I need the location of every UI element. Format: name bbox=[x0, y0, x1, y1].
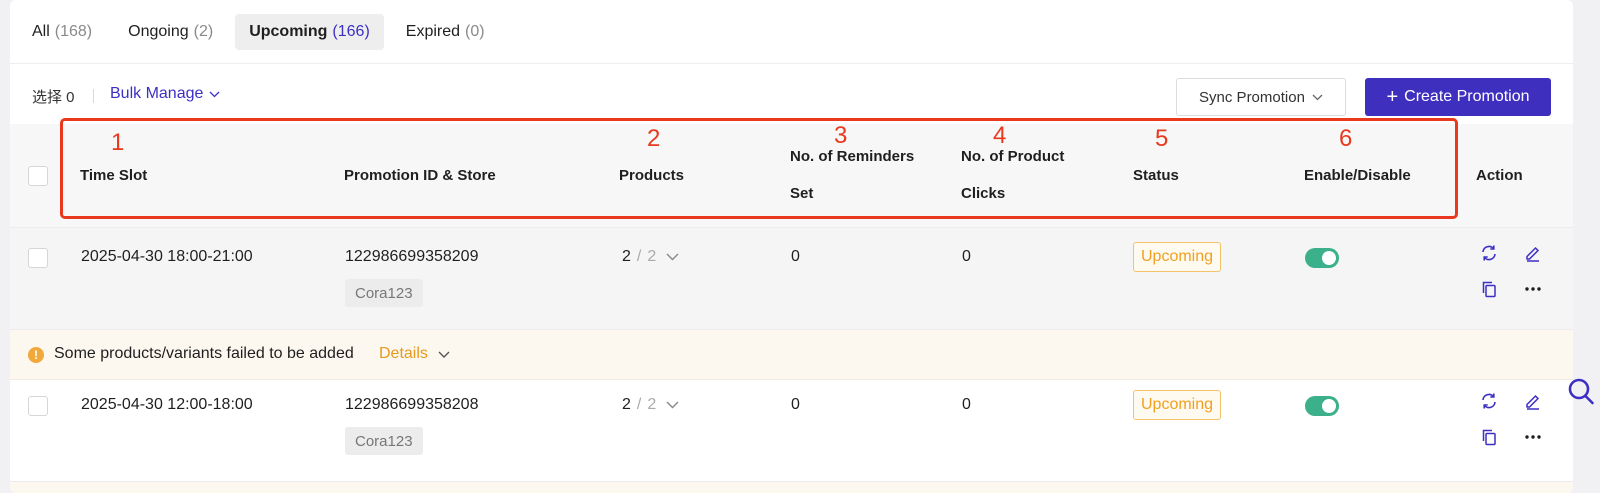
products-separator: / bbox=[636, 248, 642, 265]
enable-toggle[interactable] bbox=[1305, 396, 1339, 416]
products-total: 2 bbox=[647, 248, 657, 265]
search-button[interactable] bbox=[1567, 377, 1595, 412]
clicks-count: 0 bbox=[962, 248, 971, 265]
plus-icon: + bbox=[1386, 86, 1399, 108]
sync-promotion-label: Sync Promotion bbox=[1199, 88, 1305, 106]
status-badge: Upcoming bbox=[1133, 242, 1222, 272]
tab-count: (2) bbox=[193, 23, 214, 40]
promotion-id: 122986699358209 bbox=[345, 248, 479, 265]
tab-upcoming[interactable]: Upcoming (166) bbox=[235, 14, 384, 50]
next-row-warning-strip bbox=[10, 482, 1573, 493]
copy-icon bbox=[1482, 429, 1496, 446]
tab-label: All bbox=[32, 23, 50, 40]
promotion-id: 122986699358208 bbox=[345, 396, 479, 413]
chevron-down-icon bbox=[209, 91, 220, 97]
edit-button[interactable] bbox=[1522, 242, 1544, 264]
table-row: 2025-04-30 18:00-21:00 122986699358209 C… bbox=[10, 228, 1573, 330]
status-tabs: All (168) Ongoing (2) Upcoming (166) Exp… bbox=[10, 14, 499, 50]
header-products: Products bbox=[619, 167, 685, 184]
tab-label: Ongoing bbox=[128, 23, 189, 40]
tab-all[interactable]: All (168) bbox=[18, 14, 106, 50]
products-count[interactable]: 2 / 2 bbox=[622, 396, 679, 414]
annotation-number: 6 bbox=[1339, 125, 1353, 152]
copy-button[interactable] bbox=[1478, 426, 1500, 448]
refresh-icon bbox=[1482, 393, 1496, 409]
header-status: Status bbox=[1133, 167, 1179, 184]
store-tag: Cora123 bbox=[345, 279, 423, 307]
tab-ongoing[interactable]: Ongoing (2) bbox=[114, 14, 227, 50]
edit-icon bbox=[1526, 246, 1540, 262]
selected-count: 选择 0 bbox=[32, 89, 75, 106]
header-reminders-line2: Set bbox=[790, 185, 814, 202]
search-icon bbox=[1568, 378, 1594, 405]
refresh-button[interactable] bbox=[1478, 242, 1500, 264]
clicks-count: 0 bbox=[962, 396, 971, 413]
tab-label: Upcoming bbox=[249, 23, 328, 40]
chevron-down-icon[interactable] bbox=[666, 401, 679, 409]
refresh-icon bbox=[1482, 245, 1496, 261]
warning-icon: ! bbox=[28, 347, 44, 363]
warning-message: Some products/variants failed to be adde… bbox=[54, 345, 354, 362]
create-promotion-button[interactable]: + Create Promotion bbox=[1365, 78, 1551, 116]
products-selected: 2 bbox=[622, 396, 631, 413]
toolbar-divider bbox=[93, 89, 94, 103]
chevron-down-icon bbox=[1312, 94, 1323, 100]
more-button[interactable] bbox=[1522, 278, 1544, 300]
details-link[interactable]: Details bbox=[379, 345, 450, 363]
copy-button[interactable] bbox=[1478, 278, 1500, 300]
copy-icon bbox=[1482, 281, 1496, 298]
create-promotion-label: Create Promotion bbox=[1404, 88, 1530, 105]
time-slot: 2025-04-30 18:00-21:00 bbox=[81, 248, 253, 265]
annotation-number: 1 bbox=[111, 129, 125, 156]
chevron-down-icon[interactable] bbox=[666, 253, 679, 261]
chevron-down-icon bbox=[438, 351, 450, 358]
enable-toggle[interactable] bbox=[1305, 248, 1339, 268]
bulk-manage-dropdown[interactable]: Bulk Manage bbox=[110, 85, 220, 103]
annotation-number: 3 bbox=[834, 122, 848, 149]
products-separator: / bbox=[636, 396, 642, 413]
reminders-count: 0 bbox=[791, 396, 800, 413]
select-all-checkbox[interactable] bbox=[28, 166, 48, 186]
refresh-button[interactable] bbox=[1478, 390, 1500, 412]
toolbar: 选择 0 Bulk Manage Sync Promotion + Create… bbox=[10, 78, 1573, 116]
products-selected: 2 bbox=[622, 248, 631, 265]
more-icon bbox=[1525, 435, 1541, 439]
sync-promotion-button[interactable]: Sync Promotion bbox=[1176, 78, 1346, 116]
table-row: 2025-04-30 12:00-18:00 122986699358208 C… bbox=[10, 380, 1573, 482]
time-slot: 2025-04-30 12:00-18:00 bbox=[81, 396, 253, 413]
tab-expired[interactable]: Expired (0) bbox=[392, 14, 499, 50]
warning-banner: ! Some products/variants failed to be ad… bbox=[10, 330, 1573, 380]
tab-count: (0) bbox=[465, 23, 485, 40]
header-promotion-id-store: Promotion ID & Store bbox=[344, 167, 496, 184]
header-enable-disable: Enable/Disable bbox=[1304, 167, 1411, 184]
tab-label: Expired bbox=[405, 23, 461, 40]
header-action: Action bbox=[1476, 167, 1523, 184]
row-checkbox[interactable] bbox=[28, 396, 48, 416]
annotation-number: 4 bbox=[993, 122, 1007, 149]
header-clicks-line2: Clicks bbox=[961, 185, 1006, 202]
more-button[interactable] bbox=[1522, 426, 1544, 448]
more-icon bbox=[1525, 287, 1541, 291]
header-reminders-line1: No. of Reminders bbox=[790, 148, 915, 165]
promotions-panel: All (168) Ongoing (2) Upcoming (166) Exp… bbox=[10, 0, 1573, 493]
row-checkbox[interactable] bbox=[28, 248, 48, 268]
tabs-divider bbox=[10, 63, 1573, 64]
products-count[interactable]: 2 / 2 bbox=[622, 248, 679, 266]
store-tag: Cora123 bbox=[345, 427, 423, 455]
tab-count: (168) bbox=[54, 23, 93, 40]
annotation-number: 2 bbox=[647, 125, 661, 152]
header-clicks-line1: No. of Product bbox=[961, 148, 1065, 165]
edit-button[interactable] bbox=[1522, 390, 1544, 412]
status-badge: Upcoming bbox=[1133, 390, 1222, 420]
annotation-number: 5 bbox=[1155, 125, 1169, 152]
tab-count: (166) bbox=[332, 23, 370, 40]
header-time-slot: Time Slot bbox=[80, 167, 148, 184]
products-total: 2 bbox=[647, 396, 657, 413]
bulk-manage-label: Bulk Manage bbox=[110, 85, 204, 102]
edit-icon bbox=[1526, 394, 1540, 410]
reminders-count: 0 bbox=[791, 248, 800, 265]
details-label: Details bbox=[379, 345, 428, 362]
